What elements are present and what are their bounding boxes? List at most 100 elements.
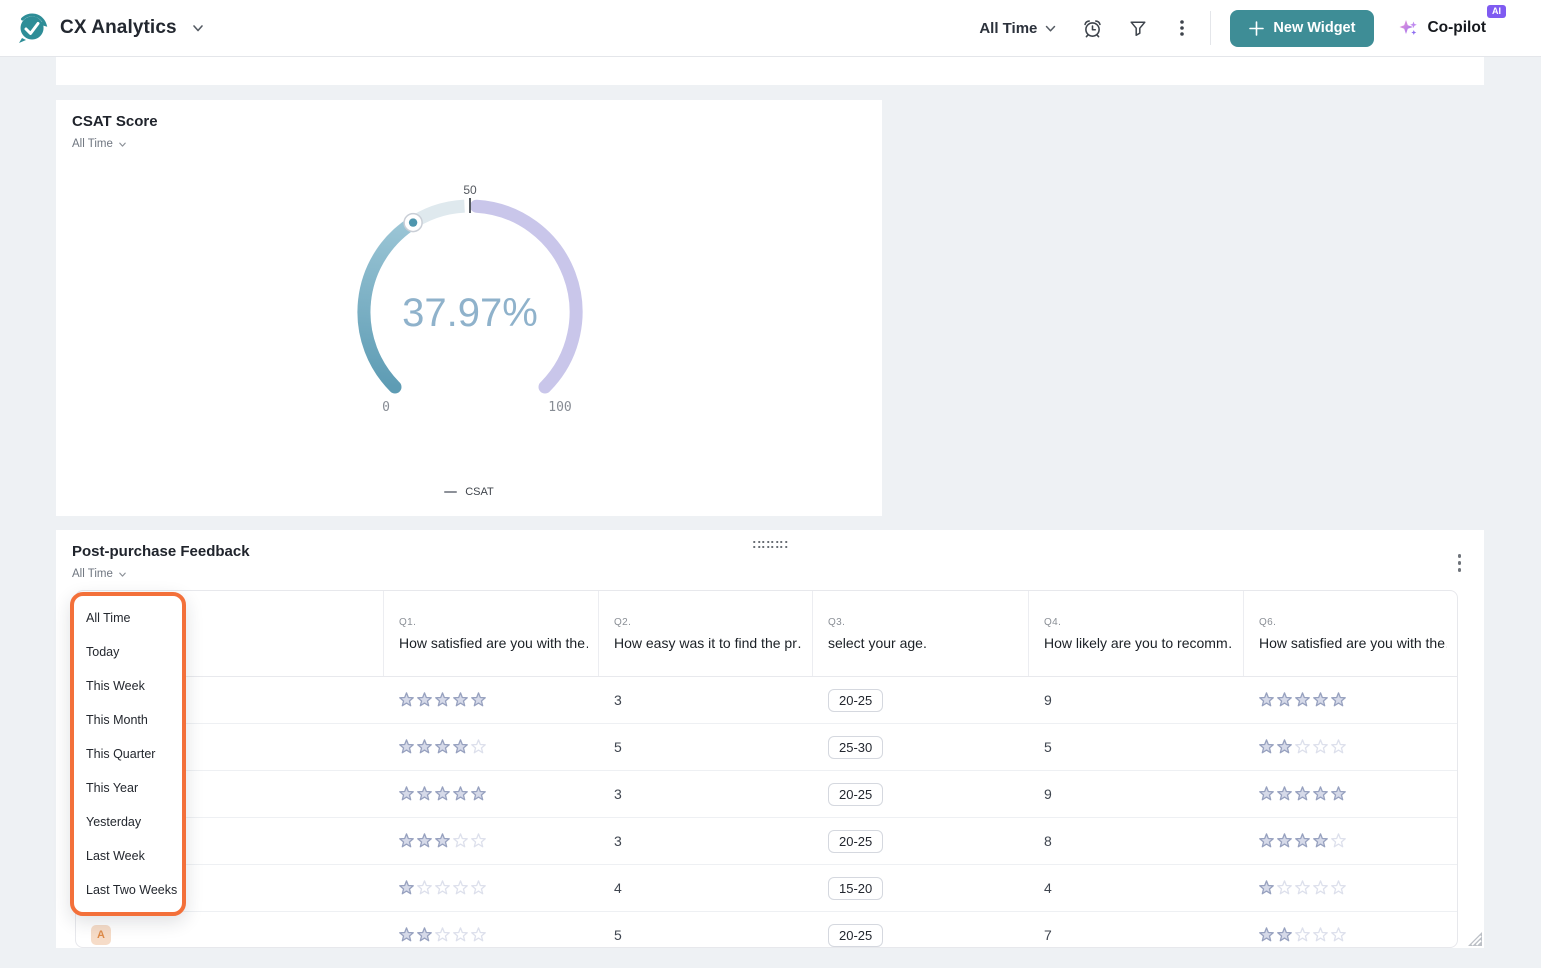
gauge-legend[interactable]: CSAT: [56, 486, 882, 498]
age-chip: 25-30: [828, 735, 884, 759]
star-icon: [1259, 833, 1274, 848]
table-row: 3 20-25 8: [76, 818, 1457, 865]
star-icon: [1295, 880, 1310, 895]
q1-cell: [384, 880, 599, 896]
star-icon: [435, 786, 450, 801]
age-chip: 20-25: [828, 829, 884, 853]
star-icon: [417, 833, 432, 848]
dropdown-option-today[interactable]: Today: [74, 635, 182, 669]
alarm-icon[interactable]: [1082, 18, 1103, 39]
avatar: A: [91, 925, 111, 945]
star-icon: [1277, 833, 1292, 848]
dropdown-option-yesterday[interactable]: Yesterday: [74, 805, 182, 839]
star-icon: [1277, 692, 1292, 707]
svg-text:100: 100: [548, 400, 571, 415]
star-icon: [1331, 833, 1346, 848]
star-icon: [435, 927, 450, 942]
q2-cell: 3: [614, 833, 622, 849]
csat-widget: CSAT Score All Time 50 0 100 37.97% CSAT: [56, 100, 882, 516]
star-icon: [1313, 927, 1328, 942]
q1-cell: [384, 739, 599, 755]
star-icon: [1331, 739, 1346, 754]
table-row: 3 20-25 9: [76, 771, 1457, 818]
app-logo-icon: [14, 10, 50, 46]
new-widget-button[interactable]: New Widget: [1230, 9, 1375, 47]
q6-cell: [1244, 833, 1457, 849]
legend-label: CSAT: [465, 486, 494, 498]
column-header-q6: Q6. How satisfied are you with the…: [1244, 591, 1457, 676]
star-icon: [1331, 692, 1346, 707]
star-icon: [1259, 692, 1274, 707]
feedback-time-filter[interactable]: All Time: [72, 568, 127, 580]
star-rating: [399, 833, 486, 849]
q2-cell: 4: [614, 880, 622, 896]
copilot-button[interactable]: Co-pilot AI: [1399, 5, 1506, 38]
q4-cell: 9: [1044, 692, 1052, 708]
age-chip: 15-20: [828, 876, 884, 900]
question-label: select your age.: [828, 635, 927, 651]
dropdown-option-this-quarter[interactable]: This Quarter: [74, 737, 182, 771]
svg-text:50: 50: [463, 183, 477, 197]
star-icon: [471, 880, 486, 895]
star-icon: [1313, 739, 1328, 754]
star-rating: [399, 692, 486, 708]
table-header-row: Q1. How satisfied are you with the… Q2. …: [76, 591, 1457, 677]
star-icon: [417, 880, 432, 895]
star-icon: [417, 927, 432, 942]
widget-drag-handle-icon[interactable]: [750, 538, 790, 551]
dropdown-option-this-year[interactable]: This Year: [74, 771, 182, 805]
column-header-q4: Q4. How likely are you to recomm…: [1029, 591, 1244, 676]
table-row: 3 20-25 9: [76, 677, 1457, 724]
age-chip: 20-25: [828, 923, 884, 947]
question-label: How likely are you to recomm…: [1044, 635, 1233, 651]
legend-dash-icon: [444, 490, 458, 494]
dropdown-option-all-time[interactable]: All Time: [74, 601, 182, 635]
star-rating: [399, 880, 486, 896]
star-icon: [1313, 880, 1328, 895]
star-icon: [471, 927, 486, 942]
q3-cell: 20-25: [813, 782, 1029, 806]
table-row: 5 25-30 5: [76, 724, 1457, 771]
feedback-widget: Post-purchase Feedback All Time Q1. How …: [56, 530, 1484, 948]
column-header-q1: Q1. How satisfied are you with the…: [384, 591, 599, 676]
q1-cell: [384, 833, 599, 849]
chevron-down-icon: [118, 570, 127, 579]
star-rating: [1259, 739, 1346, 755]
copilot-label: Co-pilot: [1427, 19, 1486, 36]
dropdown-option-this-month[interactable]: This Month: [74, 703, 182, 737]
star-icon: [1331, 786, 1346, 801]
responses-table: Q1. How satisfied are you with the… Q2. …: [75, 590, 1458, 948]
filter-icon[interactable]: [1128, 18, 1148, 38]
more-options-icon[interactable]: [1173, 18, 1191, 38]
q6-cell: [1244, 786, 1457, 802]
dropdown-option-this-week[interactable]: This Week: [74, 669, 182, 703]
star-icon: [1277, 786, 1292, 801]
column-header-q2: Q2. How easy was it to find the pr…: [599, 591, 813, 676]
star-icon: [435, 739, 450, 754]
sparkles-icon: [1399, 18, 1419, 38]
star-rating: [1259, 927, 1346, 943]
q6-cell: [1244, 927, 1457, 943]
star-icon: [1277, 880, 1292, 895]
star-icon: [453, 692, 468, 707]
star-rating: [399, 739, 486, 755]
resize-handle-icon[interactable]: [1465, 929, 1483, 947]
dropdown-option-last-two-weeks[interactable]: Last Two Weeks: [74, 873, 182, 907]
star-icon: [417, 739, 432, 754]
star-rating: [1259, 692, 1346, 708]
app-switcher[interactable]: CX Analytics: [14, 10, 205, 46]
q1-cell: [384, 692, 599, 708]
chevron-down-icon: [1044, 22, 1057, 35]
question-label: How satisfied are you with the…: [1259, 635, 1447, 651]
star-icon: [453, 739, 468, 754]
star-icon: [453, 927, 468, 942]
q2-cell: 5: [614, 739, 622, 755]
dropdown-option-last-week[interactable]: Last Week: [74, 839, 182, 873]
svg-text:37.97%: 37.97%: [402, 291, 538, 335]
widget-more-options-icon[interactable]: [1455, 551, 1465, 575]
star-rating: [399, 927, 486, 943]
star-rating: [399, 786, 486, 802]
star-icon: [1313, 692, 1328, 707]
star-icon: [1277, 927, 1292, 942]
dashboard-time-filter[interactable]: All Time: [979, 20, 1057, 37]
